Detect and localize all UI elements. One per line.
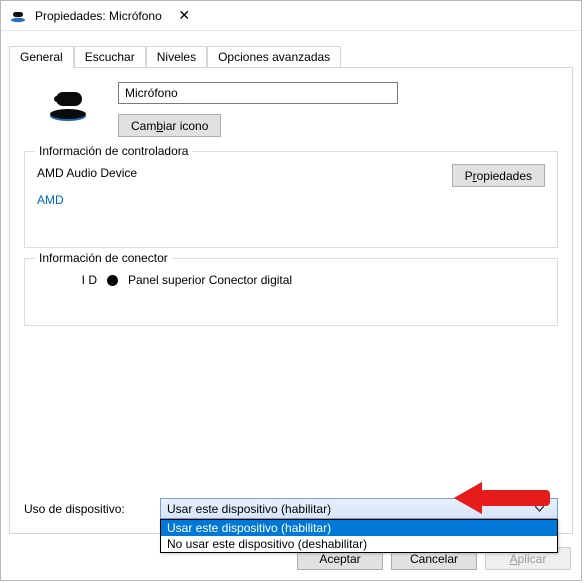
connector-text: Panel superior Conector digital bbox=[128, 273, 292, 287]
close-button[interactable]: ✕ bbox=[162, 2, 207, 30]
controller-vendor-link[interactable]: AMD bbox=[37, 193, 545, 207]
connector-status-dot bbox=[107, 275, 118, 286]
connector-legend: Información de conector bbox=[35, 251, 172, 265]
titlebar: Propiedades: Micrófono ✕ bbox=[1, 1, 581, 31]
device-usage-option-enable[interactable]: Usar este dispositivo (habilitar) bbox=[161, 520, 557, 536]
connector-id-label: I D bbox=[69, 273, 97, 287]
window-title: Propiedades: Micrófono bbox=[35, 9, 162, 23]
controller-info-group: Información de controladora AMD Audio De… bbox=[24, 151, 558, 248]
change-icon-button[interactable]: Cambiar icono bbox=[118, 114, 221, 137]
properties-dialog: Propiedades: Micrófono ✕ General Escucha… bbox=[0, 0, 582, 581]
tab-general[interactable]: General bbox=[9, 46, 74, 68]
device-usage-option-disable[interactable]: No usar este dispositivo (deshabilitar) bbox=[161, 536, 557, 552]
device-icon bbox=[36, 82, 100, 126]
connector-info-group: Información de conector I D Panel superi… bbox=[24, 258, 558, 326]
tabstrip: General Escuchar Niveles Opciones avanza… bbox=[9, 45, 573, 67]
device-usage-combo[interactable]: Usar este dispositivo (habilitar) Usar e… bbox=[160, 498, 558, 519]
window-icon bbox=[9, 7, 27, 25]
controller-properties-button[interactable]: Propiedades bbox=[452, 164, 545, 187]
device-usage-label: Uso de dispositivo: bbox=[24, 502, 144, 516]
device-usage-selected: Usar este dispositivo (habilitar) bbox=[167, 502, 331, 516]
tab-escuchar[interactable]: Escuchar bbox=[74, 46, 146, 67]
device-usage-dropdown: Usar este dispositivo (habilitar) No usa… bbox=[160, 519, 558, 553]
tabpage-general: Cambiar icono Información de controlador… bbox=[9, 67, 573, 534]
device-name-input[interactable] bbox=[118, 82, 398, 104]
tab-niveles[interactable]: Niveles bbox=[146, 46, 207, 67]
tab-opciones-avanzadas[interactable]: Opciones avanzadas bbox=[207, 46, 341, 67]
chevron-down-icon bbox=[535, 506, 551, 512]
controller-legend: Información de controladora bbox=[35, 144, 192, 158]
